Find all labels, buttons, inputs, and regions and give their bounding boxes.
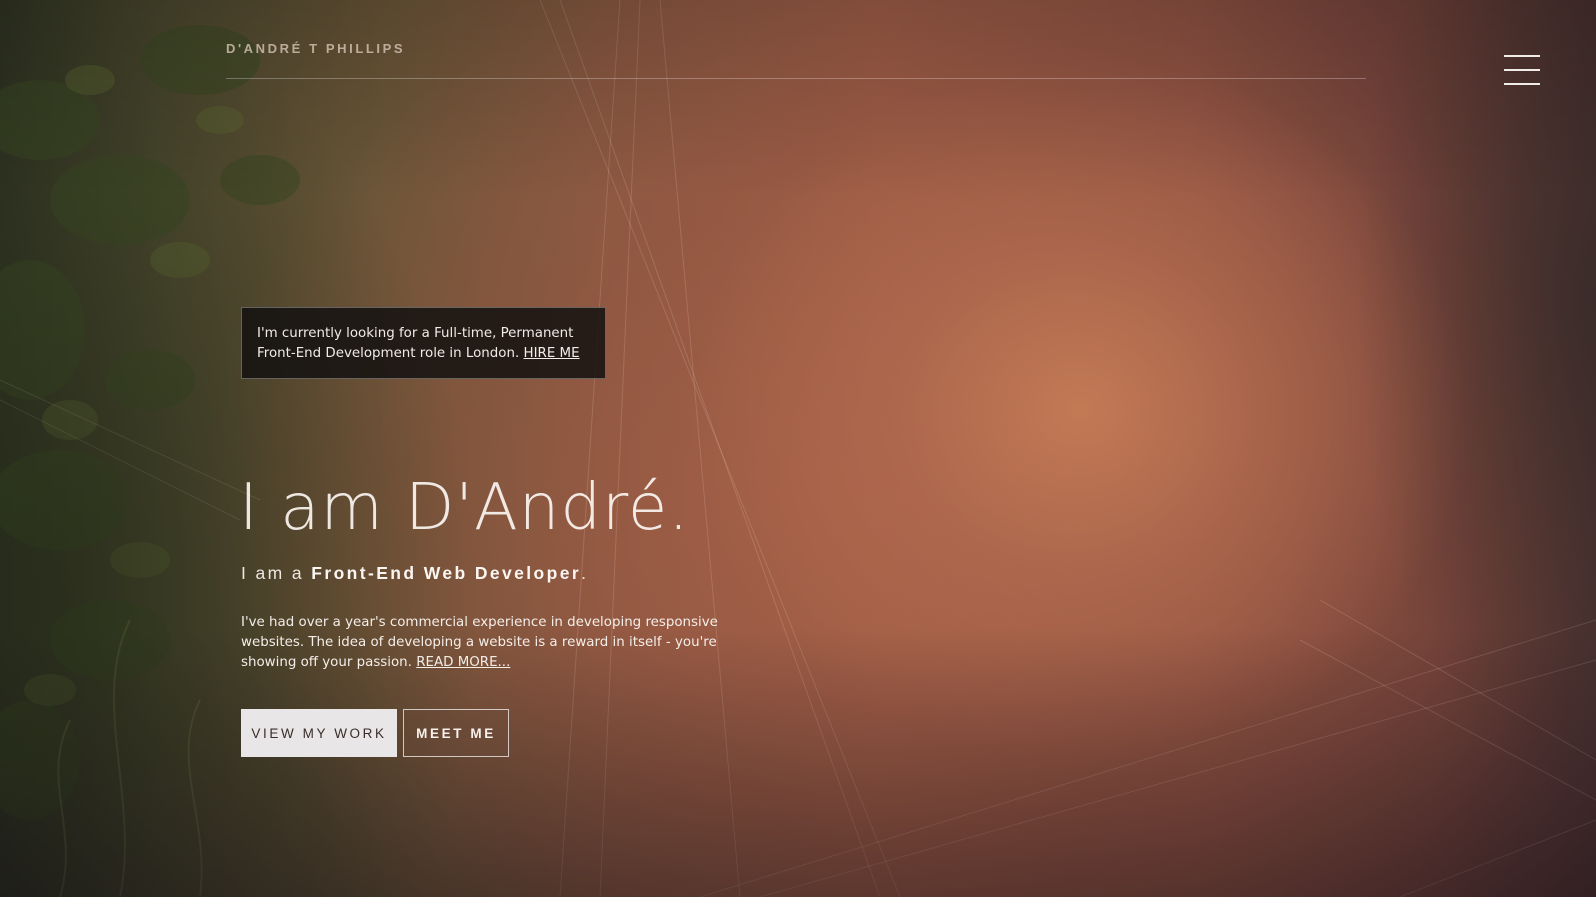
intro-paragraph: I've had over a year's commercial experi… bbox=[241, 613, 721, 673]
read-more-link[interactable]: READ MORE... bbox=[416, 655, 510, 670]
hero-title: I am D'André. bbox=[239, 471, 690, 545]
meet-me-button[interactable]: MEET ME bbox=[403, 709, 509, 757]
subtitle-suffix: . bbox=[581, 563, 589, 583]
hero-subtitle: I am a Front-End Web Developer. bbox=[241, 563, 588, 584]
subtitle-prefix: I am a bbox=[241, 563, 305, 583]
menu-bar bbox=[1504, 55, 1540, 57]
view-my-work-button[interactable]: VIEW MY WORK bbox=[241, 709, 397, 757]
background-vignette bbox=[0, 0, 1596, 897]
hire-me-link[interactable]: HIRE ME bbox=[524, 346, 580, 361]
site-header: D'ANDRÉ T PHILLIPS bbox=[226, 40, 1366, 79]
menu-bar bbox=[1504, 83, 1540, 85]
background-foliage-image bbox=[0, 25, 300, 897]
background-line-pattern bbox=[0, 0, 1596, 897]
job-search-notice: I'm currently looking for a Full-time, P… bbox=[241, 307, 606, 379]
menu-bar bbox=[1504, 69, 1540, 71]
hamburger-menu-icon[interactable] bbox=[1504, 55, 1540, 87]
subtitle-role: Front-End Web Developer bbox=[311, 563, 582, 583]
brand-logo-link[interactable]: D'ANDRÉ T PHILLIPS bbox=[226, 40, 405, 58]
